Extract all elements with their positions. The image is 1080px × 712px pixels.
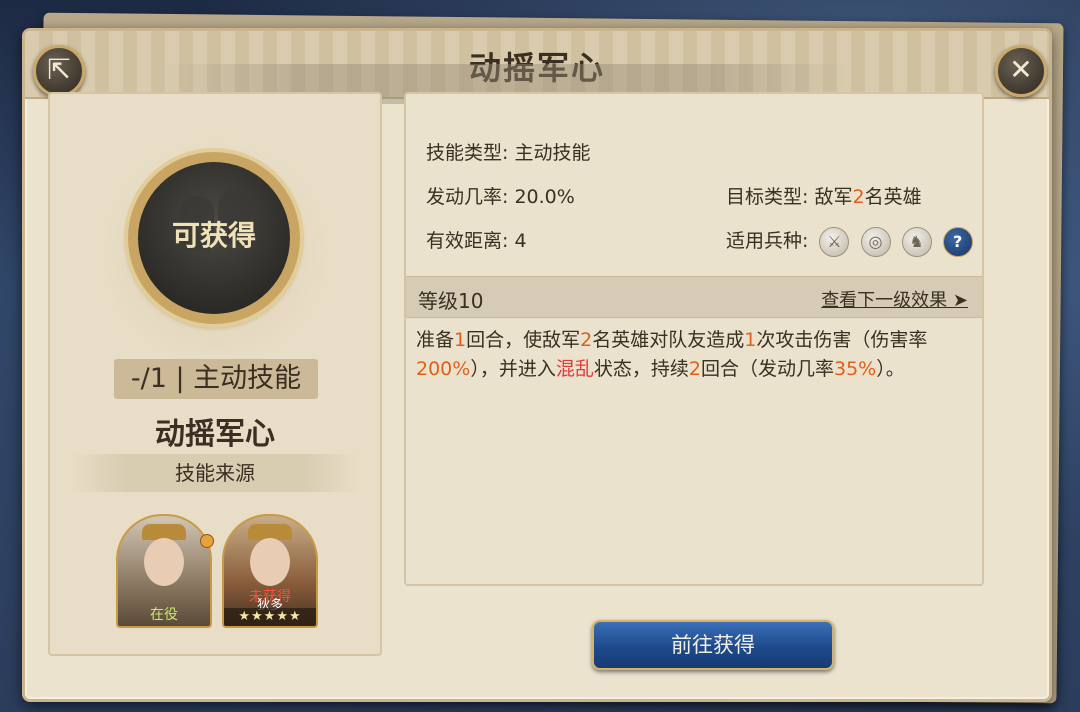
sword-icon[interactable]: ⚔ xyxy=(819,226,850,257)
close-icon: ✕ xyxy=(1009,53,1033,86)
skill-level: 等级10 xyxy=(418,289,484,313)
next-level-link[interactable]: 查看下一级效果 ➤ xyxy=(821,286,968,312)
question-icon[interactable]: ? xyxy=(942,226,973,257)
share-icon: ⇱ xyxy=(47,53,71,86)
target-type-row: 目标类型: 敌军2名英雄 xyxy=(726,182,922,209)
skill-status-label: 可获得 xyxy=(171,219,256,252)
hero-stars: ★★★★★ xyxy=(224,608,316,626)
hero-card[interactable]: 未获得 狄多 ★★★★★ xyxy=(222,514,318,628)
skill-type-label: 技能类型: xyxy=(426,142,509,164)
troop-type-label: 适用兵种: xyxy=(726,230,809,252)
target-icon[interactable]: ◎ xyxy=(860,226,891,257)
target-type-value: 敌军2名英雄 xyxy=(814,186,922,208)
horse-icon[interactable]: ♞ xyxy=(901,226,932,257)
trigger-rate-value: 20.0% xyxy=(514,186,575,208)
skill-source-title: 技能来源 xyxy=(70,454,360,492)
troop-type-row: 适用兵种: ⚔ ◎ ♞ ? xyxy=(726,226,973,257)
range-value: 4 xyxy=(514,230,527,252)
close-button[interactable]: ✕ xyxy=(995,45,1047,97)
skill-detail-card: 技能类型: 主动技能 发动几率: 20.0% 目标类型: 敌军2名英雄 有效距离… xyxy=(404,92,984,586)
skill-description: 准备1回合，使敌军2名英雄对队友造成1次攻击伤害（伤害率200%），并进入混乱状… xyxy=(416,329,928,380)
hero-portrait xyxy=(250,538,290,586)
range-row: 有效距离: 4 xyxy=(426,226,527,253)
skill-icon: 可获得 xyxy=(138,162,290,314)
skill-type-row: 技能类型: 主动技能 xyxy=(426,138,590,165)
range-label: 有效距离: xyxy=(426,230,509,252)
go-obtain-button[interactable]: 前往获得 xyxy=(592,620,834,670)
trigger-rate-row: 发动几率: 20.0% xyxy=(426,182,575,209)
hero-card[interactable]: 在役 xyxy=(116,514,212,628)
hero-portrait xyxy=(144,538,184,586)
trigger-rate-label: 发动几率: xyxy=(426,186,509,208)
skill-summary-card: 可获得 -/1 | 主动技能 动摇军心 技能来源 在役 未获得 狄多 ★★★★★ xyxy=(48,92,382,656)
share-button[interactable]: ⇱ xyxy=(33,45,85,97)
skill-name: 动摇军心 xyxy=(155,417,275,452)
hero-status: 在役 xyxy=(150,607,178,623)
skill-type-value: 主动技能 xyxy=(514,142,591,164)
skill-emblem: 可获得 xyxy=(128,152,300,324)
skill-tag: -/1 | 主动技能 xyxy=(114,359,318,399)
level-bar: 等级10 查看下一级效果 ➤ xyxy=(406,276,982,318)
target-type-label: 目标类型: xyxy=(726,186,809,208)
gem-icon xyxy=(200,534,214,548)
